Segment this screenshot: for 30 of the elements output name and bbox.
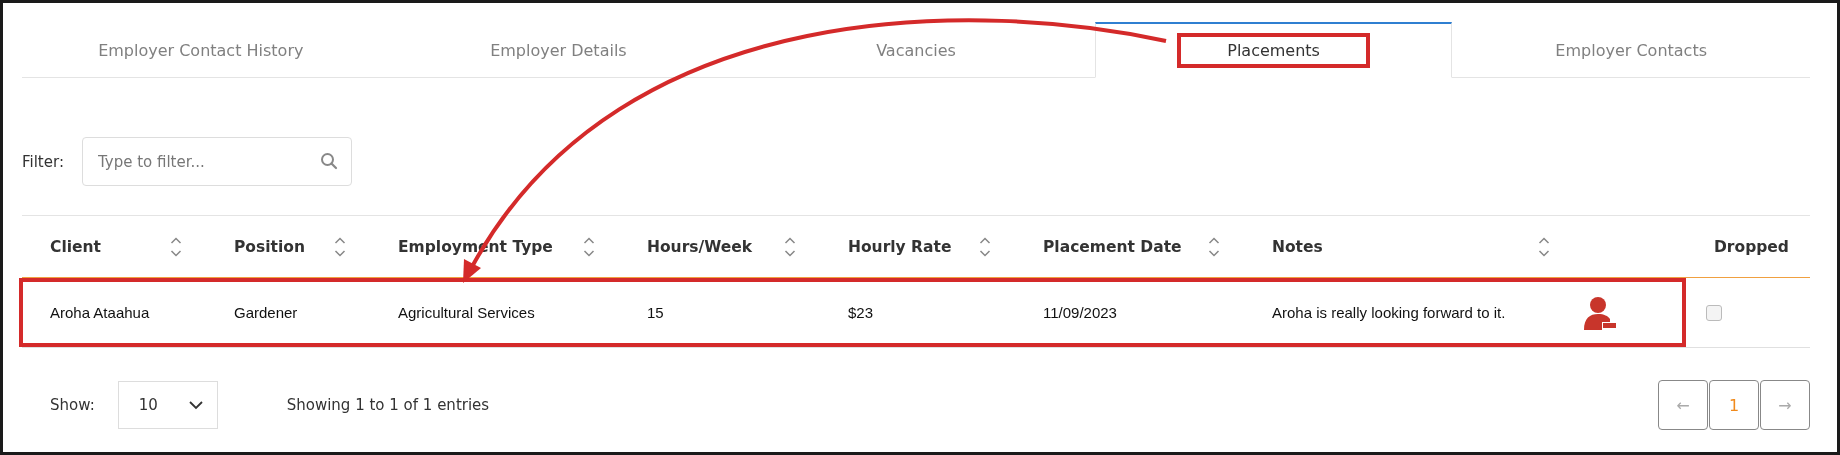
sort-icon bbox=[1208, 235, 1220, 258]
dropped-checkbox[interactable] bbox=[1706, 304, 1722, 321]
page-size-select[interactable]: 10 bbox=[117, 381, 218, 429]
column-header[interactable]: Position bbox=[206, 216, 370, 278]
sort-icon bbox=[583, 235, 595, 258]
table-cell: 11/09/2023 bbox=[1015, 278, 1244, 348]
sort-icon bbox=[170, 235, 182, 258]
filter-field[interactable]: Type to filter... bbox=[81, 137, 352, 186]
search-icon bbox=[319, 152, 338, 170]
column-header[interactable]: Hours/Week bbox=[619, 216, 820, 278]
show-label: Show: bbox=[50, 396, 95, 414]
column-header[interactable]: Hourly Rate bbox=[820, 216, 1015, 278]
table-cell: $23 bbox=[820, 278, 1015, 348]
tab[interactable]: Placements bbox=[1094, 22, 1453, 78]
table-cell: Aroha is really looking forward to it. bbox=[1244, 278, 1574, 348]
column-header[interactable]: Dropped bbox=[1686, 216, 1810, 278]
table-cell: 15 bbox=[619, 278, 820, 348]
column-header[interactable]: Placement Date bbox=[1015, 216, 1244, 278]
column-header[interactable]: Client bbox=[22, 216, 206, 278]
table-cell: Gardener bbox=[206, 278, 370, 348]
filter-label: Filter: bbox=[22, 152, 64, 171]
sort-icon bbox=[334, 235, 346, 258]
sort-icon bbox=[979, 235, 991, 258]
sort-icon bbox=[1538, 235, 1550, 258]
column-header[interactable]: Notes bbox=[1244, 216, 1574, 278]
table-cell: Aroha Ataahua bbox=[22, 278, 206, 348]
sort-icon bbox=[784, 235, 796, 258]
chevron-down-icon bbox=[188, 400, 203, 410]
entries-summary: Showing 1 to 1 of 1 entries bbox=[286, 396, 490, 414]
person-minus-icon[interactable] bbox=[1584, 295, 1616, 330]
